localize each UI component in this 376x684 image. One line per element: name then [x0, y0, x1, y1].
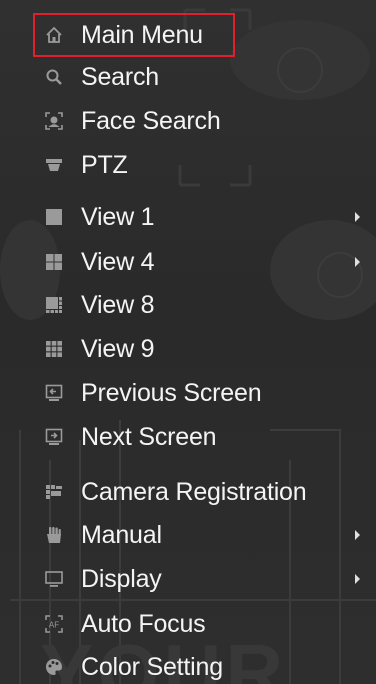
menu-item-label: View 4 — [81, 248, 155, 276]
menu-item-display[interactable]: Display — [0, 560, 376, 598]
context-menu: Main Menu Search Face Search PTZ View 1 … — [0, 0, 376, 684]
menu-item-label: PTZ — [81, 151, 128, 179]
menu-item-search[interactable]: Search — [0, 58, 376, 96]
menu-item-color-setting[interactable]: Color Setting — [0, 648, 376, 684]
submenu-arrow-icon — [355, 257, 360, 267]
submenu-arrow-icon — [355, 212, 360, 222]
manual-icon — [44, 525, 64, 545]
submenu-arrow-icon — [355, 530, 360, 540]
menu-item-auto-focus[interactable]: AF Auto Focus — [0, 605, 376, 643]
menu-item-next-screen[interactable]: Next Screen — [0, 418, 376, 456]
menu-item-label: Previous Screen — [81, 379, 262, 407]
menu-item-label: Main Menu — [81, 21, 203, 49]
menu-item-label: Face Search — [81, 107, 221, 135]
view-1-grid-icon — [44, 207, 64, 227]
menu-item-label: Color Setting — [81, 653, 223, 681]
menu-item-manual[interactable]: Manual — [0, 516, 376, 554]
menu-item-face-search[interactable]: Face Search — [0, 102, 376, 140]
display-icon — [44, 569, 64, 589]
submenu-arrow-icon — [355, 574, 360, 584]
menu-item-view-8[interactable]: View 8 — [0, 286, 376, 324]
view-8-grid-icon — [44, 295, 64, 315]
menu-item-label: Manual — [81, 521, 162, 549]
svg-text:AF: AF — [49, 621, 59, 630]
face-search-icon — [44, 111, 64, 131]
next-screen-icon — [44, 427, 64, 447]
menu-item-label: Next Screen — [81, 423, 217, 451]
menu-item-label: Auto Focus — [81, 610, 206, 638]
search-icon — [44, 67, 64, 87]
camera-registration-icon — [44, 482, 64, 502]
previous-screen-icon — [44, 383, 64, 403]
view-9-grid-icon — [44, 339, 64, 359]
menu-item-view-9[interactable]: View 9 — [0, 330, 376, 368]
menu-item-label: View 8 — [81, 291, 155, 319]
context-menu-window: YOUR Main Menu Search Face Search PTZ Vi… — [0, 0, 376, 684]
menu-item-label: Display — [81, 565, 162, 593]
menu-item-main-menu[interactable]: Main Menu — [0, 16, 376, 54]
menu-item-camera-registration[interactable]: Camera Registration — [0, 473, 376, 511]
view-4-grid-icon — [44, 252, 64, 272]
menu-item-label: Search — [81, 63, 160, 91]
ptz-camera-icon — [44, 155, 64, 175]
color-setting-icon — [44, 657, 64, 677]
menu-item-view-1[interactable]: View 1 — [0, 198, 376, 236]
menu-item-previous-screen[interactable]: Previous Screen — [0, 374, 376, 412]
menu-item-label: View 9 — [81, 335, 155, 363]
auto-focus-icon: AF — [44, 614, 64, 634]
menu-item-label: Camera Registration — [81, 478, 307, 506]
menu-item-label: View 1 — [81, 203, 155, 231]
menu-item-view-4[interactable]: View 4 — [0, 243, 376, 281]
home-icon — [44, 25, 64, 45]
menu-item-ptz[interactable]: PTZ — [0, 146, 376, 184]
